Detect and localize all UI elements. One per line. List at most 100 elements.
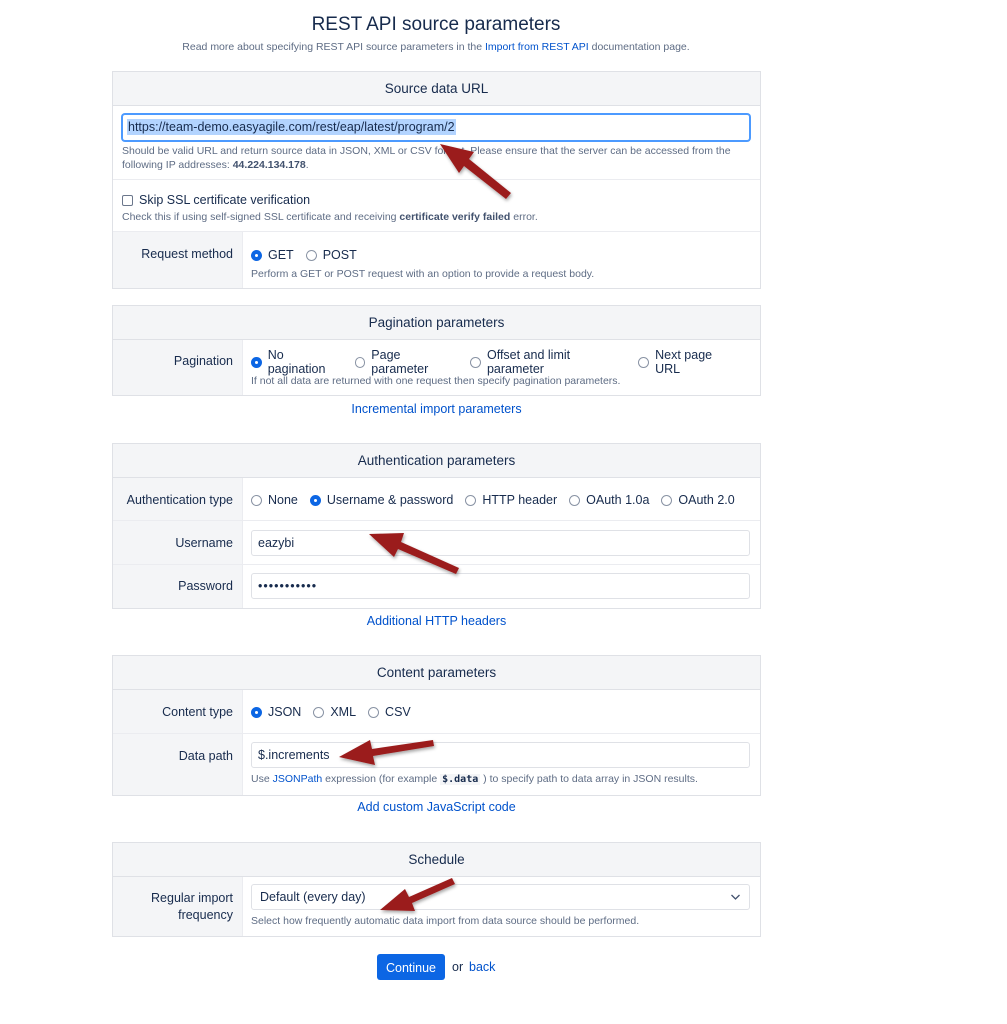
frequency-select[interactable]: Default (every day) (251, 884, 750, 910)
radio-label: HTTP header (482, 493, 558, 507)
ssl-help-prefix: Check this if using self-signed SSL cert… (122, 211, 397, 223)
radio-dot (251, 249, 262, 261)
radio-label: Page parameter (371, 348, 429, 376)
radio-dot (465, 494, 477, 506)
username-row: Username eazybi (113, 521, 760, 565)
radio-label: No pagination (267, 348, 326, 376)
auth-section: Authentication parameters Authentication… (112, 443, 761, 609)
radio-dot (305, 249, 317, 261)
pagination-heading: Pagination parameters (113, 306, 760, 340)
data-path-row: Data path $.increments Use JSONPath expr… (113, 734, 760, 795)
ssl-label: Skip SSL certificate verification (139, 193, 311, 207)
source-url-input[interactable]: https://team-demo.easyagile.com/rest/eap… (122, 114, 750, 141)
pagination-radio-offset[interactable]: Offset and limit parameter (470, 348, 626, 376)
schedule-section: Schedule Regular import frequency Defaul… (112, 842, 761, 937)
jsonpath-link[interactable]: JSONPath (273, 773, 323, 785)
path-help-end: ) to specify path to data array in JSON … (483, 773, 698, 785)
password-label: Password (113, 565, 243, 608)
radio-dot (661, 494, 673, 506)
radio-label: POST (322, 248, 357, 262)
radio-dot (251, 706, 262, 718)
schedule-heading: Schedule (113, 843, 760, 877)
content-type-row: Content type JSON XML CSV (113, 690, 760, 734)
additional-http-headers-link[interactable]: Additional HTTP headers (367, 614, 506, 628)
back-link[interactable]: back (469, 960, 495, 974)
content-type-label: Content type (113, 690, 243, 733)
password-row: Password ••••••••••• (113, 565, 760, 608)
radio-label: Offset and limit parameter (486, 348, 571, 376)
page-title: REST API source parameters (311, 14, 561, 35)
pagination-help: If not all data are returned with one re… (251, 375, 621, 387)
method-radio-post[interactable]: POST (305, 248, 357, 262)
url-ip: 44.224.134.178 (232, 159, 306, 171)
add-custom-js-link[interactable]: Add custom JavaScript code (357, 800, 515, 814)
radio-label: None (268, 493, 298, 507)
radio-label: OAuth 2.0 (678, 493, 735, 507)
content-section: Content parameters Content type JSON XML… (112, 655, 761, 796)
radio-dot (638, 356, 650, 368)
intro-prefix: Read more about specifying REST API sour… (182, 41, 483, 53)
source-heading: Source data URL (113, 72, 760, 106)
pagination-radio-page[interactable]: Page parameter (354, 348, 459, 376)
auth-radio-username-password[interactable]: Username & password (309, 493, 454, 507)
method-label: Request method (113, 232, 243, 288)
ssl-help-bold: certificate verify failed (399, 211, 511, 223)
radio-dot (569, 494, 581, 506)
ssl-row: Skip SSL certificate verification Check … (113, 180, 760, 232)
radio-label: Username & password (326, 493, 454, 507)
intro-suffix: documentation page. (591, 41, 690, 53)
frequency-label-line2: frequency (178, 908, 233, 922)
url-help-text: Should be valid URL and return source da… (122, 145, 731, 171)
source-url-value: https://team-demo.easyagile.com/rest/eap… (127, 119, 456, 135)
frequency-row: Regular import frequency Default (every … (113, 877, 760, 936)
path-help-mid: expression (for example (325, 773, 438, 785)
import-docs-link[interactable]: Import from REST API (485, 41, 589, 53)
content-radio-csv[interactable]: CSV (368, 705, 411, 719)
radio-dot (251, 494, 262, 506)
content-radio-xml[interactable]: XML (313, 705, 356, 719)
frequency-select-value: Default (every day) (260, 890, 366, 904)
data-path-input[interactable]: $.increments (251, 742, 750, 768)
radio-label: Next page URL (655, 348, 713, 376)
radio-dot (309, 494, 321, 506)
auth-type-label: Authentication type (113, 478, 243, 520)
ssl-help: Check this if using self-signed SSL cert… (122, 210, 750, 224)
radio-dot (251, 356, 262, 368)
pagination-row: Pagination No pagination Page parameter … (113, 340, 760, 395)
password-input[interactable]: ••••••••••• (251, 573, 750, 599)
radio-label: CSV (385, 705, 411, 719)
ssl-help-suffix: error. (513, 211, 538, 223)
pagination-radio-next-url[interactable]: Next page URL (638, 348, 738, 376)
ssl-checkbox[interactable] (122, 194, 133, 206)
intro-text: Read more about specifying REST API sour… (0, 41, 872, 53)
radio-dot (313, 706, 325, 718)
url-help: Should be valid URL and return source da… (122, 144, 750, 172)
username-input[interactable]: eazybi (251, 530, 750, 556)
pagination-label: Pagination (113, 340, 243, 395)
radio-label: XML (330, 705, 357, 719)
data-path-help: Use JSONPath expression (for example $.d… (251, 772, 750, 787)
content-radio-json[interactable]: JSON (251, 705, 301, 719)
auth-radio-oauth1[interactable]: OAuth 1.0a (569, 493, 649, 507)
pagination-section: Pagination parameters Pagination No pagi… (112, 305, 761, 396)
frequency-label-line1: Regular import (151, 891, 233, 905)
chevron-down-icon (730, 885, 741, 918)
radio-dot (368, 706, 380, 718)
auth-radio-http-header[interactable]: HTTP header (465, 493, 557, 507)
ssl-checkbox-label[interactable]: Skip SSL certificate verification (122, 193, 750, 207)
method-radio-get[interactable]: GET (251, 248, 294, 262)
username-label: Username (113, 521, 243, 564)
content-type-radio-group: JSON XML CSV (251, 702, 750, 722)
pagination-radio-none[interactable]: No pagination (251, 348, 343, 376)
url-help-end: . (305, 159, 309, 171)
incremental-import-link[interactable]: Incremental import parameters (351, 402, 521, 416)
continue-button[interactable]: Continue (377, 954, 445, 980)
auth-radio-oauth2[interactable]: OAuth 2.0 (661, 493, 735, 507)
auth-type-row: Authentication type None Username & pass… (113, 478, 760, 521)
auth-radio-none[interactable]: None (251, 493, 298, 507)
radio-label: JSON (268, 705, 302, 719)
radio-dot (470, 356, 481, 368)
path-help-use: Use (251, 773, 270, 785)
radio-dot (354, 356, 366, 368)
source-section: Source data URL https://team-demo.easyag… (112, 71, 761, 289)
